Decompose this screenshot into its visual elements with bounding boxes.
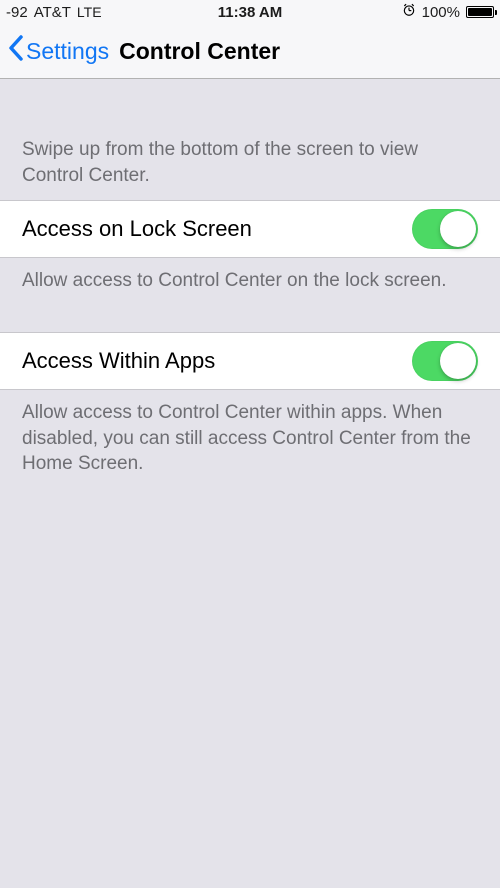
section-intro-text: Swipe up from the bottom of the screen t… bbox=[0, 79, 500, 200]
toggle-access-within-apps[interactable] bbox=[412, 341, 478, 381]
signal-strength: -92 bbox=[6, 4, 28, 21]
footer-apps: Allow access to Control Center within ap… bbox=[0, 390, 500, 497]
battery-icon bbox=[466, 6, 494, 18]
status-right: 100% bbox=[402, 3, 494, 21]
page-title: Control Center bbox=[119, 38, 280, 65]
battery-percent: 100% bbox=[422, 4, 460, 21]
back-label: Settings bbox=[26, 38, 109, 65]
cell-access-lock-screen[interactable]: Access on Lock Screen bbox=[0, 200, 500, 258]
toggle-knob bbox=[440, 211, 476, 247]
back-button[interactable]: Settings bbox=[8, 35, 109, 67]
cell-access-within-apps[interactable]: Access Within Apps bbox=[0, 332, 500, 390]
status-bar: -92 AT&T LTE 11:38 AM 100% bbox=[0, 0, 500, 24]
cell-label-lock: Access on Lock Screen bbox=[22, 216, 252, 242]
network-label: LTE bbox=[77, 4, 102, 20]
chevron-left-icon bbox=[8, 35, 24, 67]
settings-screen: -92 AT&T LTE 11:38 AM 100% Settings Cont… bbox=[0, 0, 500, 888]
footer-lock: Allow access to Control Center on the lo… bbox=[0, 258, 500, 314]
toggle-knob bbox=[440, 343, 476, 379]
nav-bar: Settings Control Center bbox=[0, 24, 500, 79]
alarm-icon bbox=[402, 3, 416, 21]
toggle-access-lock-screen[interactable] bbox=[412, 209, 478, 249]
status-left: -92 AT&T LTE bbox=[6, 4, 102, 21]
carrier-label: AT&T bbox=[34, 4, 71, 21]
cell-label-apps: Access Within Apps bbox=[22, 348, 215, 374]
